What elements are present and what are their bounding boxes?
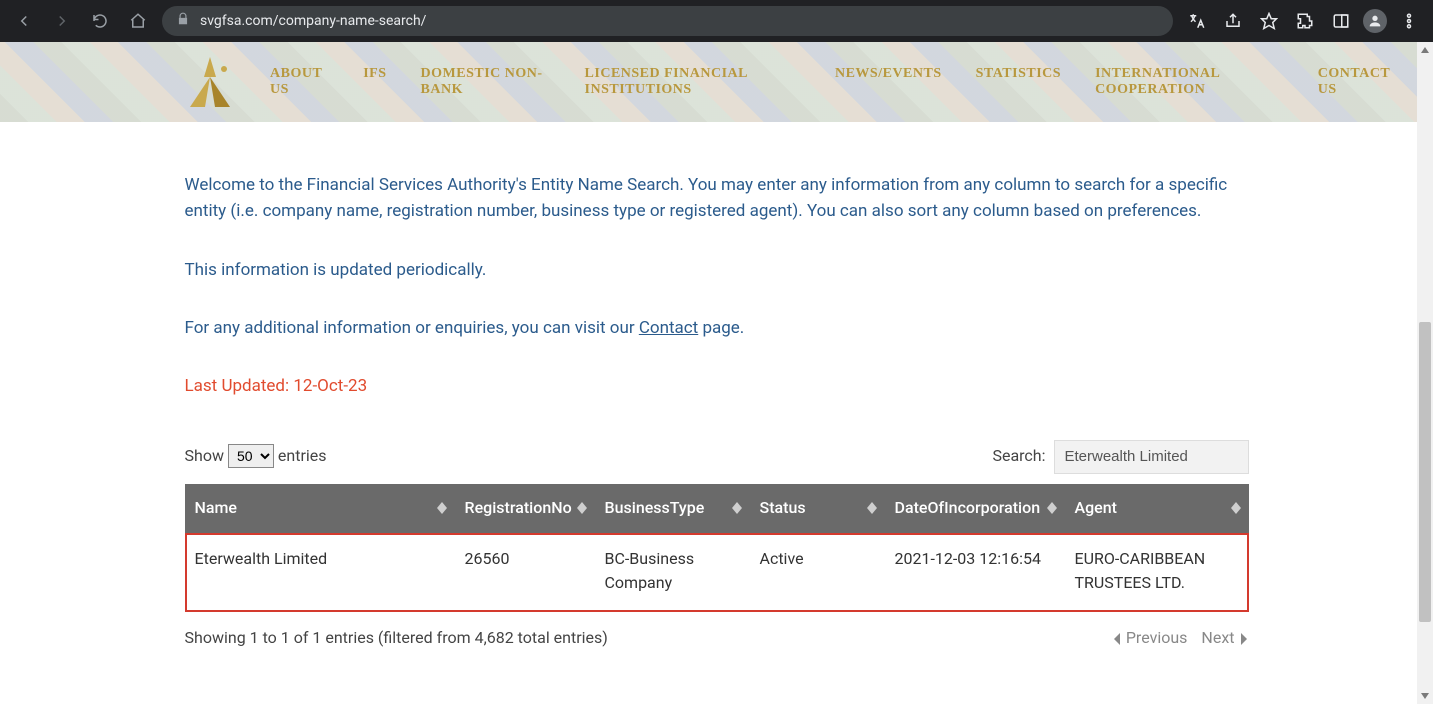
- panel-icon[interactable]: [1327, 7, 1355, 35]
- nav-statistics[interactable]: STATISTICS: [976, 66, 1061, 98]
- cell-status: Active: [750, 533, 885, 613]
- nav-domestic[interactable]: DOMESTIC NON-BANK: [421, 66, 551, 98]
- content-area: Welcome to the Financial Services Author…: [185, 122, 1249, 691]
- col-btype[interactable]: BusinessType: [595, 484, 750, 533]
- url-text: svgfsa.com/company-name-search/: [200, 13, 426, 29]
- contact-link[interactable]: Contact: [639, 318, 698, 338]
- table-row[interactable]: Eterwealth Limited 26560 BC-Business Com…: [185, 533, 1249, 613]
- pagination: Previous Next: [1112, 626, 1249, 651]
- col-name[interactable]: Name: [185, 484, 455, 533]
- address-bar[interactable]: svgfsa.com/company-name-search/: [162, 6, 1173, 36]
- table-info: Showing 1 to 1 of 1 entries (filtered fr…: [185, 626, 608, 651]
- share-icon[interactable]: [1219, 7, 1247, 35]
- nav-licensed[interactable]: LICENSED FINANCIAL INSTITUTIONS: [585, 66, 801, 98]
- results-table: Name RegistrationNo BusinessType Status: [185, 484, 1249, 612]
- back-button[interactable]: [10, 7, 38, 35]
- nav-about-us[interactable]: ABOUT US: [270, 66, 329, 98]
- main-nav: ABOUT US IFS DOMESTIC NON-BANK LICENSED …: [270, 66, 1393, 98]
- scroll-down-icon[interactable]: [1417, 688, 1433, 704]
- search-label: Search:: [992, 444, 1045, 469]
- extensions-icon[interactable]: [1291, 7, 1319, 35]
- hero-nav: ABOUT US IFS DOMESTIC NON-BANK LICENSED …: [0, 42, 1433, 122]
- nav-contact[interactable]: CONTACT US: [1318, 66, 1393, 98]
- prev-page[interactable]: Previous: [1112, 626, 1188, 651]
- nav-news[interactable]: NEWS/EVENTS: [835, 66, 942, 98]
- sort-icon: [732, 502, 742, 514]
- cell-date: 2021-12-03 12:16:54: [885, 533, 1065, 613]
- entries-select[interactable]: 50: [228, 444, 274, 468]
- chevron-right-icon: [1239, 633, 1249, 645]
- col-regno[interactable]: RegistrationNo: [455, 484, 595, 533]
- intro-paragraph-2: This information is updated periodically…: [185, 257, 1249, 283]
- scrollbar[interactable]: [1417, 42, 1433, 704]
- home-button[interactable]: [124, 7, 152, 35]
- chevron-left-icon: [1112, 633, 1122, 645]
- bookmark-star-icon[interactable]: [1255, 7, 1283, 35]
- forward-button[interactable]: [48, 7, 76, 35]
- col-status[interactable]: Status: [750, 484, 885, 533]
- reload-button[interactable]: [86, 7, 114, 35]
- sort-icon: [1047, 502, 1057, 514]
- kebab-menu-icon[interactable]: [1395, 7, 1423, 35]
- search-input[interactable]: [1054, 440, 1249, 474]
- sort-icon: [437, 502, 447, 514]
- cell-agent: EURO-CARIBBEAN TRUSTEES LTD.: [1065, 533, 1249, 613]
- intro-paragraph-3: For any additional information or enquir…: [185, 315, 1249, 341]
- last-updated: Last Updated: 12-Oct-23: [185, 373, 1249, 399]
- intro-paragraph-1: Welcome to the Financial Services Author…: [185, 172, 1249, 225]
- nav-ifs[interactable]: IFS: [363, 66, 386, 98]
- cell-name: Eterwealth Limited: [185, 533, 455, 613]
- lock-icon: [176, 12, 190, 30]
- cell-regno: 26560: [455, 533, 595, 613]
- next-page[interactable]: Next: [1201, 626, 1248, 651]
- scroll-up-icon[interactable]: [1417, 42, 1433, 58]
- browser-chrome: svgfsa.com/company-name-search/: [0, 0, 1433, 42]
- scroll-thumb[interactable]: [1419, 322, 1431, 622]
- col-agent[interactable]: Agent: [1065, 484, 1249, 533]
- site-logo[interactable]: [180, 57, 240, 107]
- col-date[interactable]: DateOfIncorporation: [885, 484, 1065, 533]
- entries-length: Show 50 entries: [185, 444, 327, 469]
- sort-icon: [577, 502, 587, 514]
- sort-icon: [1231, 502, 1241, 514]
- nav-international[interactable]: INTERNATIONAL COOPERATION: [1095, 66, 1284, 98]
- translate-icon[interactable]: [1183, 7, 1211, 35]
- cell-btype: BC-Business Company: [595, 533, 750, 613]
- profile-avatar[interactable]: [1363, 9, 1387, 33]
- sort-icon: [867, 502, 877, 514]
